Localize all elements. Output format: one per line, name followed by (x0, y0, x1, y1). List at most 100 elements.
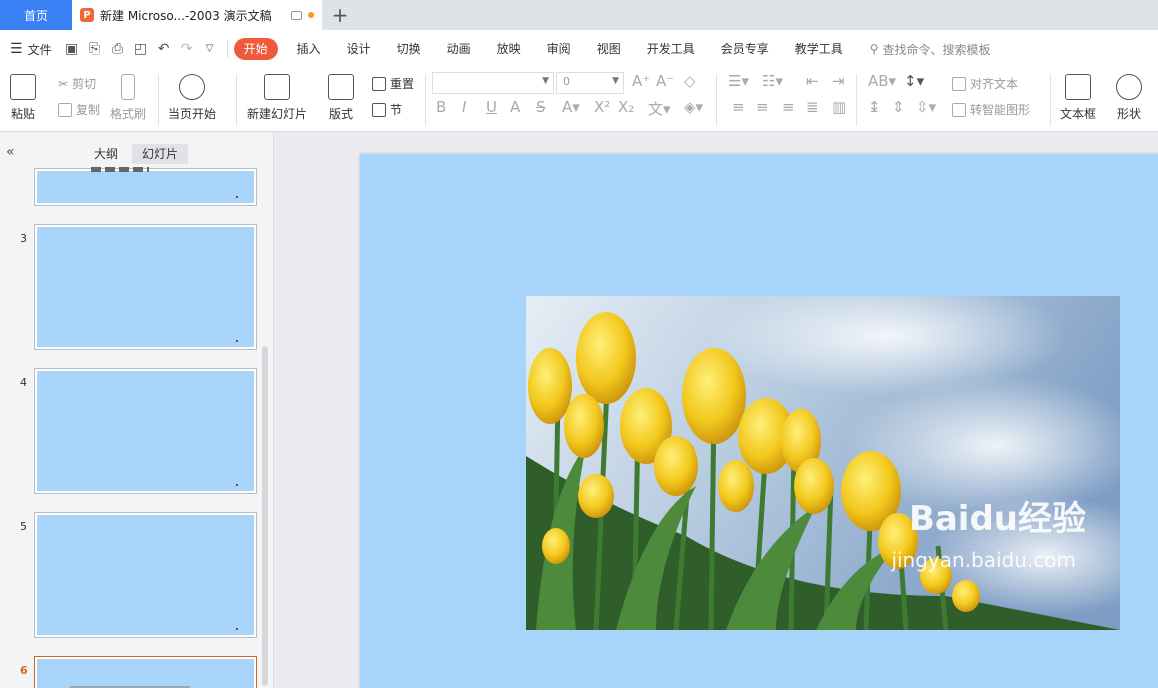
font-size-select[interactable]: 0 ▼ (556, 72, 624, 94)
slide-number-selected: 6 (20, 664, 28, 677)
justify-icon[interactable]: ≣ (806, 98, 819, 116)
distribute-icon[interactable]: ▥ (832, 98, 846, 116)
textbox-button[interactable]: 文本框 (1060, 74, 1096, 122)
phonetic-guide-icon[interactable]: 文▾ (648, 98, 671, 119)
subscript-icon[interactable]: X₂ (618, 98, 634, 116)
command-search-placeholder: 查找命令、搜索模板 (882, 42, 991, 57)
align-text-button[interactable]: 对齐文本 (952, 75, 1018, 92)
cut-button[interactable]: ✂ 剪切 (58, 75, 96, 92)
tab-home[interactable]: 首页 (0, 0, 72, 30)
current-slide[interactable]: Baidu经验 jingyan.baidu.com (360, 154, 1158, 688)
slide-thumbnail[interactable] (34, 512, 257, 638)
slide-marker (236, 484, 238, 486)
tab-insert[interactable]: 插入 (284, 38, 334, 60)
tab-slides[interactable]: 幻灯片 (132, 144, 189, 164)
align-right-icon[interactable]: ≡ (782, 98, 795, 116)
tab-view[interactable]: 视图 (584, 38, 634, 60)
paste-button[interactable]: 粘贴 (10, 74, 36, 122)
new-tab-button[interactable]: + (322, 0, 358, 30)
superscript-icon[interactable]: X² (594, 98, 610, 116)
redo-icon[interactable]: ↷ (179, 41, 195, 57)
presentation-app-icon: P (80, 8, 94, 22)
decrease-indent-icon[interactable]: ⇤ (806, 72, 819, 90)
file-menu[interactable]: ☰ 文件 (10, 41, 52, 58)
command-search[interactable]: ⚲ 查找命令、搜索模板 (870, 41, 991, 58)
menu-divider (226, 40, 228, 58)
print-icon[interactable]: ⎙ (110, 41, 126, 57)
copy-button[interactable]: 复制 (58, 101, 100, 118)
tab-document[interactable]: P 新建 Microso...-2003 演示文稿 (72, 0, 322, 30)
align-left-icon[interactable]: ≡ (732, 98, 745, 116)
bullet-list-icon[interactable]: ☰▾ (728, 72, 749, 90)
play-from-current-button[interactable]: 当页开始 (168, 74, 216, 122)
slide-thumbnail-selected[interactable] (34, 656, 257, 688)
tulip-photo[interactable]: Baidu经验 jingyan.baidu.com (526, 296, 1120, 630)
align-text-label: 对齐文本 (970, 77, 1019, 91)
watermark-url: jingyan.baidu.com (891, 548, 1076, 572)
ribbon-divider (856, 74, 857, 126)
collapse-panel-icon[interactable]: « (6, 144, 15, 160)
align-center-icon[interactable]: ≡ (756, 98, 769, 116)
tab-outline[interactable]: 大纲 (84, 144, 128, 164)
slide-thumbnail[interactable] (34, 368, 257, 494)
italic-icon[interactable]: I (462, 98, 466, 116)
spacing-options-icon[interactable]: ⇳▾ (916, 98, 936, 116)
export-pdf-icon[interactable]: ⎘ (87, 41, 103, 57)
layout-button[interactable]: 版式 (328, 74, 354, 122)
increase-indent-icon[interactable]: ⇥ (832, 72, 845, 90)
numbered-list-icon[interactable]: ☷▾ (762, 72, 783, 90)
slide-title-placeholder (91, 167, 149, 172)
undo-icon[interactable]: ↶ (156, 41, 172, 57)
convert-smartart-button[interactable]: 转智能图形 (952, 101, 1030, 118)
cloud-sync-icon[interactable] (291, 10, 302, 20)
highlight-icon[interactable]: ◈▾ (684, 98, 703, 116)
paste-label: 粘贴 (10, 107, 35, 121)
paintbrush-icon (121, 74, 135, 100)
bold-icon[interactable]: B (436, 98, 446, 116)
tab-slideshow[interactable]: 放映 (484, 38, 534, 60)
shape-button[interactable]: 形状 (1116, 74, 1142, 122)
tab-developer[interactable]: 开发工具 (634, 38, 708, 60)
clipboard-icon (10, 74, 36, 100)
tab-member[interactable]: 会员专享 (708, 38, 782, 60)
tab-teaching[interactable]: 教学工具 (782, 38, 856, 60)
save-icon[interactable]: ▣ (64, 41, 80, 57)
slide-thumbnail[interactable] (34, 167, 257, 206)
sort-icon[interactable]: ↕▾ (904, 72, 924, 90)
reset-button[interactable]: 重置 (372, 75, 414, 92)
search-icon: ⚲ (869, 42, 879, 56)
clear-format-icon[interactable]: ◇ (684, 72, 696, 90)
convert-smartart-label: 转智能图形 (970, 103, 1031, 117)
font-color-icon[interactable]: A▾ (562, 98, 580, 116)
print-preview-icon[interactable]: ◰ (133, 41, 149, 57)
underline-icon[interactable]: U (486, 98, 497, 116)
slide-thumbnail[interactable] (34, 224, 257, 350)
new-slide-button[interactable]: 新建幻灯片 (247, 74, 307, 122)
tab-review[interactable]: 审阅 (534, 38, 584, 60)
strikethrough-icon[interactable]: S (536, 98, 546, 116)
line-spacing-icon[interactable]: ↨ (868, 98, 881, 116)
text-direction-icon[interactable]: AB▾ (868, 72, 896, 90)
file-menu-label: 文件 (27, 42, 52, 57)
format-painter-button[interactable]: 格式刷 (110, 74, 146, 122)
paragraph-spacing-icon[interactable]: ⇕ (892, 98, 905, 116)
font-family-select[interactable]: ▼ (432, 72, 554, 94)
panel-scrollbar[interactable] (262, 346, 268, 686)
menu-bar: ☰ 文件 ▣ ⎘ ⎙ ◰ ↶ ↷ ▽ 开始 插入 设计 切换 动画 放映 审阅 … (0, 30, 1158, 68)
tab-animations[interactable]: 动画 (434, 38, 484, 60)
increase-font-icon[interactable]: A⁺ (632, 72, 650, 90)
tab-transitions[interactable]: 切换 (384, 38, 434, 60)
section-button[interactable]: 节 (372, 101, 402, 118)
quick-access-dropdown-icon[interactable]: ▽ (202, 41, 218, 57)
section-label: 节 (390, 103, 403, 117)
layout-label: 版式 (328, 107, 353, 121)
tab-home-ribbon[interactable]: 开始 (233, 38, 278, 60)
textbox-label: 文本框 (1060, 107, 1097, 121)
font-size-value: 0 (563, 75, 570, 88)
hamburger-icon: ☰ (10, 41, 23, 57)
text-shadow-icon[interactable]: A (510, 98, 520, 116)
slide-number: 5 (20, 520, 27, 533)
decrease-font-icon[interactable]: A⁻ (656, 72, 674, 90)
shape-icon (1116, 74, 1142, 100)
tab-design[interactable]: 设计 (334, 38, 384, 60)
